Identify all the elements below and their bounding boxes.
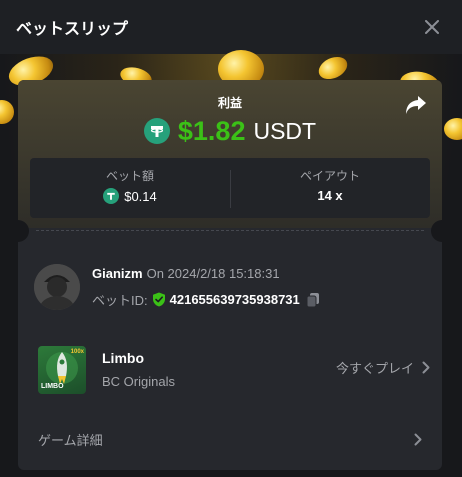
- page-title: ベットスリップ: [16, 21, 129, 38]
- coin-decoration: [315, 52, 351, 84]
- chevron-right-icon: [414, 433, 422, 445]
- play-now-link[interactable]: 今すぐプレイ: [336, 358, 430, 377]
- avatar[interactable]: [34, 264, 80, 310]
- play-now-label: 今すぐプレイ: [335, 361, 414, 376]
- profit-amount: $1.82: [177, 115, 246, 146]
- game-thumbnail[interactable]: LIMBO 100x: [38, 346, 86, 394]
- user-line: Gianizm On 2024/2/18 15:18:31: [92, 266, 280, 281]
- game-provider: BC Originals: [102, 374, 175, 389]
- profit-row: $1.82 USDT: [18, 114, 442, 148]
- bet-id-line: ベットID: 421655639735938731: [92, 290, 321, 309]
- verified-shield-icon: [152, 292, 165, 307]
- profit-label: 利益: [217, 96, 242, 110]
- bet-amount: $0.14: [30, 188, 230, 204]
- coin-decoration: [0, 100, 14, 124]
- close-icon: [425, 20, 439, 34]
- bet-id-label: ベットID:: [92, 293, 148, 308]
- game-name: Limbo: [102, 350, 144, 366]
- share-button[interactable]: [404, 94, 428, 116]
- payout-label: ペイアウト: [299, 169, 360, 183]
- profit-currency: USDT: [253, 117, 317, 144]
- ticket-divider: [36, 230, 424, 231]
- bet-timestamp: On 2024/2/18 15:18:31: [146, 266, 280, 281]
- user-info: Gianizm On 2024/2/18 15:18:31 ベットID: 4216…: [34, 260, 426, 312]
- username[interactable]: Gianizm: [92, 266, 143, 281]
- bet-amount-value: $0.14: [124, 188, 157, 204]
- close-button[interactable]: [420, 15, 444, 39]
- chevron-right-icon: [422, 361, 430, 374]
- payout-value: 14 x: [317, 188, 343, 203]
- game-thumb-label: LIMBO: [41, 383, 64, 390]
- game-details-link[interactable]: ゲーム詳細: [38, 428, 422, 450]
- bet-slip-card: 利益 $1.82 USDT ベット額 $0.14 ペイアウト 14 x Gian…: [18, 80, 442, 470]
- tether-icon: [143, 118, 170, 144]
- share-icon: [406, 96, 426, 114]
- bet-id: 421655639735938731: [169, 292, 300, 307]
- game-details-label: ゲーム詳細: [38, 432, 103, 448]
- game-info: LIMBO 100x Limbo BC Originals 今すぐプレイ: [38, 346, 430, 396]
- profit-section: 利益 $1.82 USDT ベット額 $0.14 ペイアウト 14 x: [18, 80, 442, 228]
- copy-icon[interactable]: [306, 292, 321, 308]
- header: ベットスリップ: [0, 0, 462, 54]
- bet-amount-label: ベット額: [105, 169, 154, 183]
- ticket-notch: [431, 220, 442, 242]
- bet-stats: ベット額 $0.14 ペイアウト 14 x: [30, 158, 430, 218]
- game-thumb-badge: 100x: [70, 349, 84, 355]
- coin-decoration: [444, 118, 462, 140]
- tether-icon: [103, 188, 120, 204]
